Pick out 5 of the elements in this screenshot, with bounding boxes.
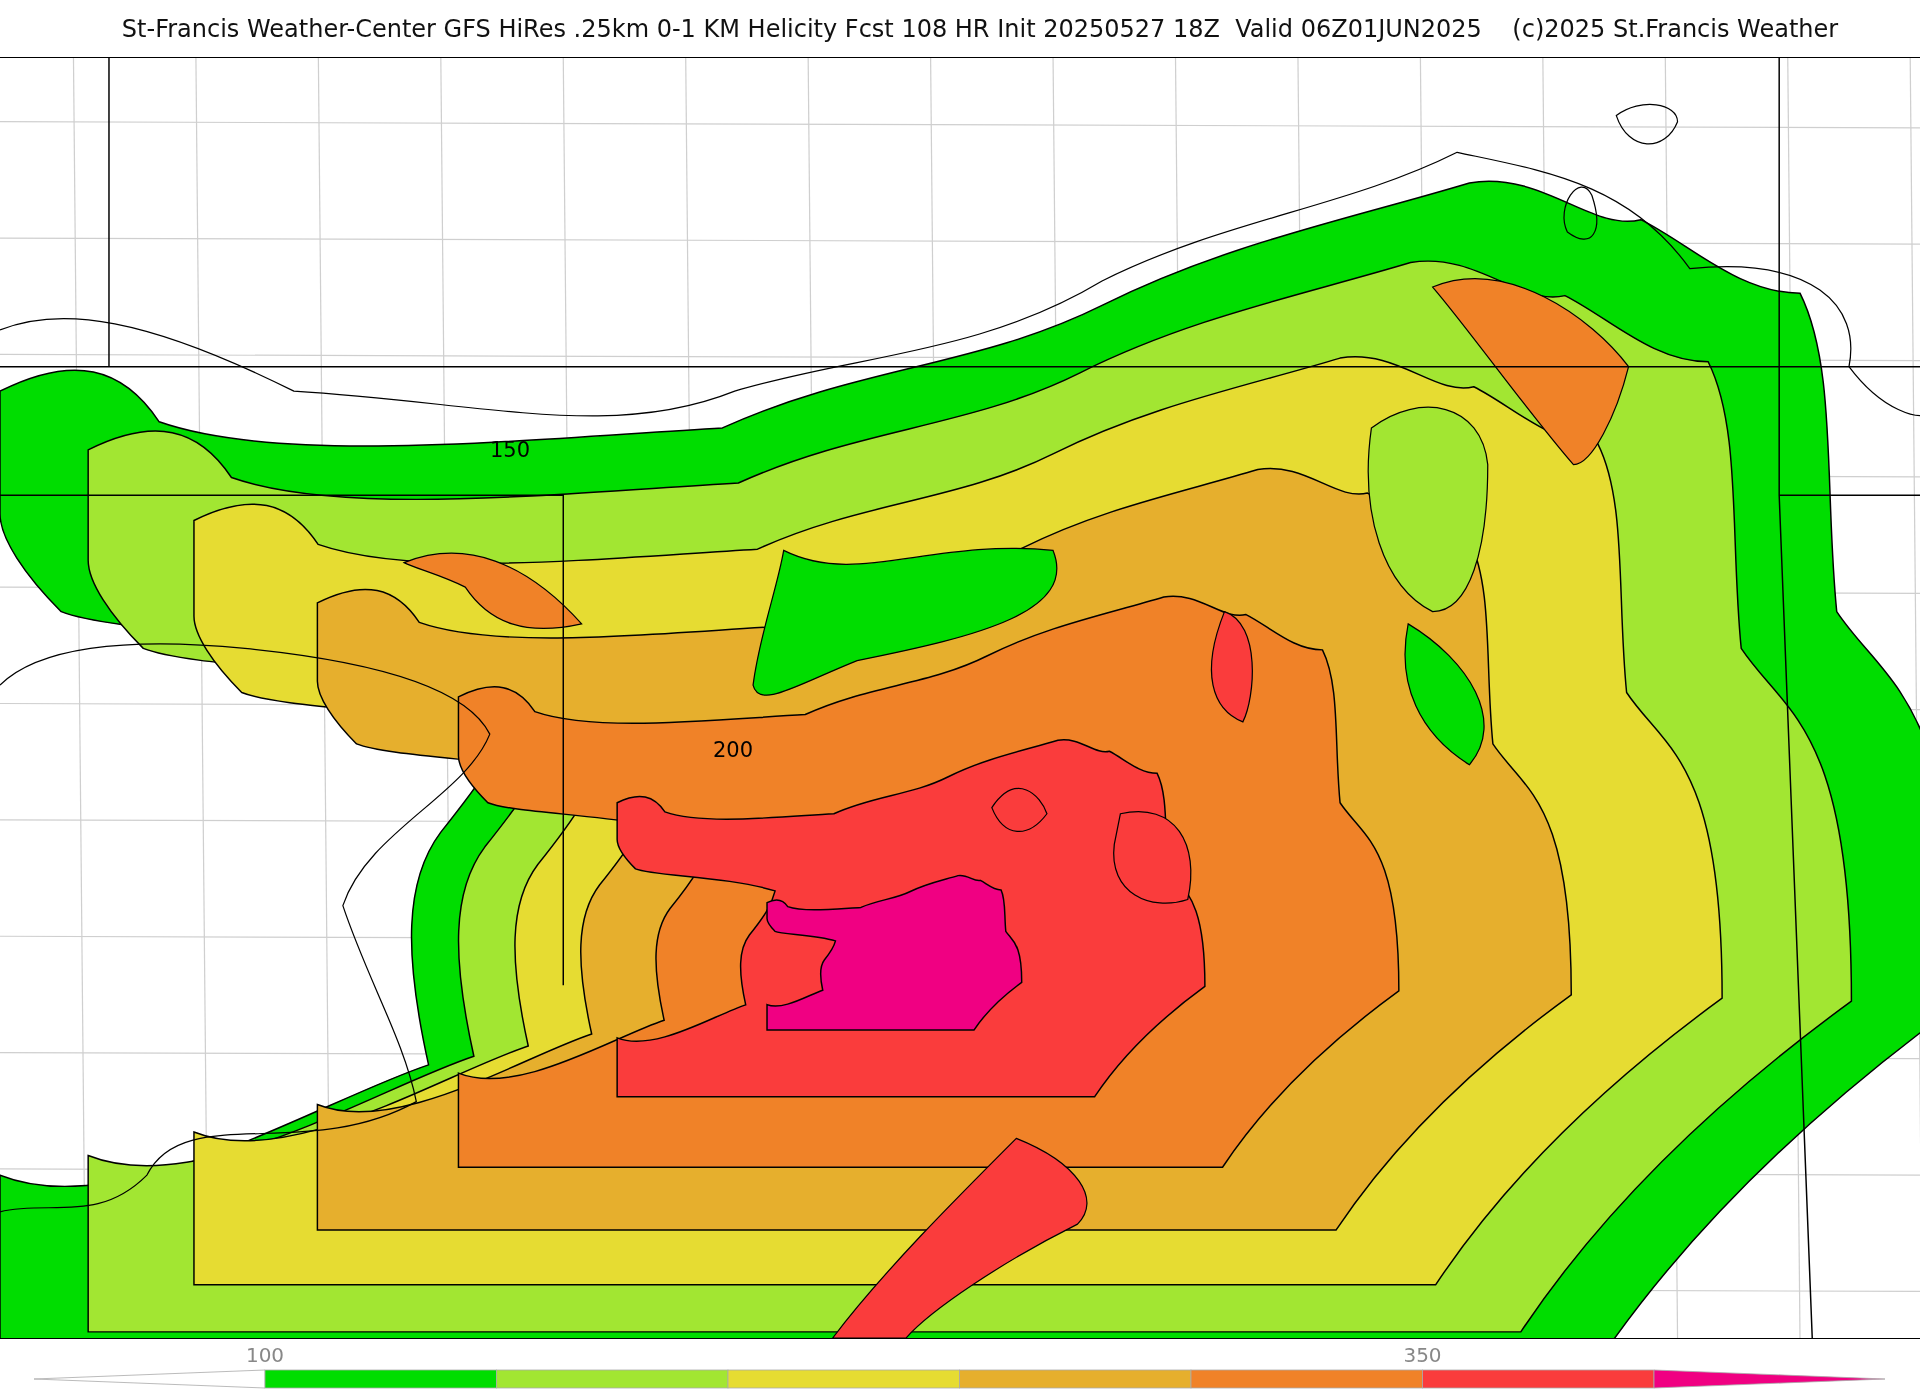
contour-label: 150	[490, 438, 531, 462]
contour-label: 200	[713, 738, 754, 762]
map-title: St-Francis Weather-Center GFS HiRes .25km 0-1 KM Helicity Fcst 108 HR Init 20250527 18Z Valid 06Z01JUN2025 (c)2025 St.Francis Weather	[121, 14, 1839, 43]
colorbar-label: 350	[1403, 1343, 1442, 1367]
colorbar-label: 100	[245, 1343, 285, 1367]
